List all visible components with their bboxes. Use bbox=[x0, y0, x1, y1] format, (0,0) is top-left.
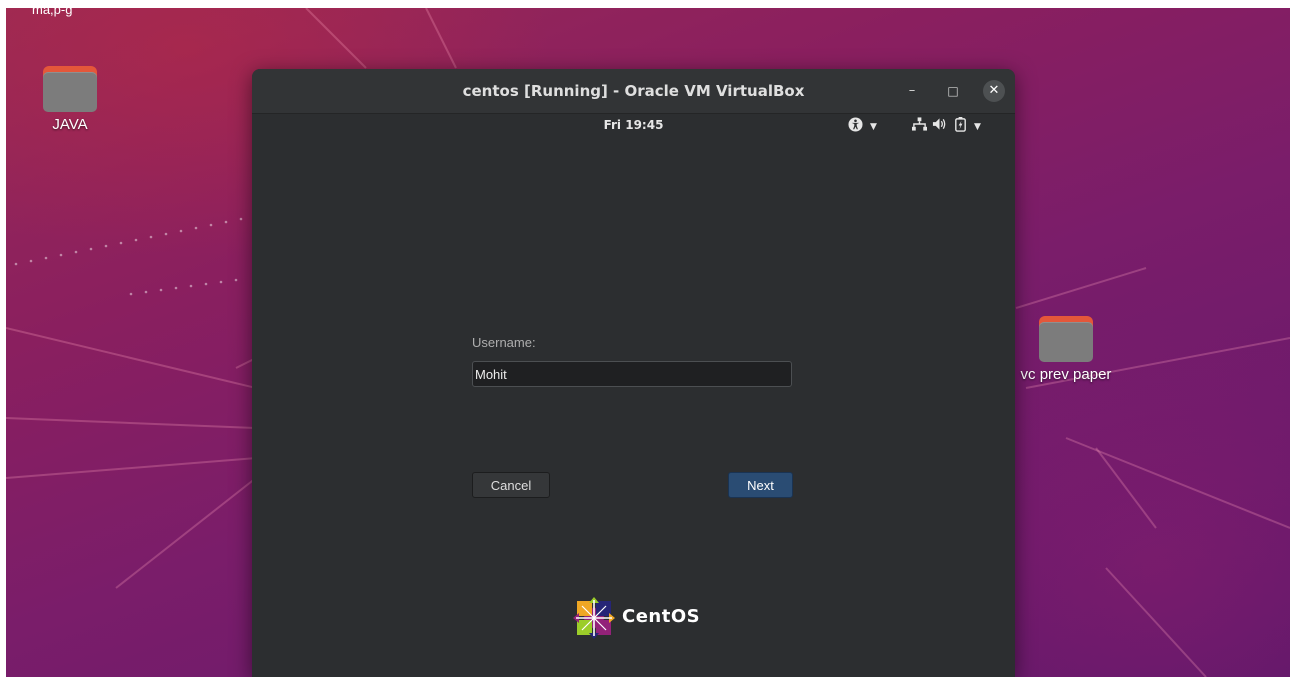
username-label: Username: bbox=[472, 335, 536, 350]
next-button[interactable]: Next bbox=[728, 472, 793, 498]
chevron-down-icon[interactable]: ▼ bbox=[974, 119, 981, 135]
maximize-button[interactable]: □ bbox=[942, 80, 964, 102]
clock[interactable]: Fri 19:45 bbox=[252, 118, 1015, 132]
volume-icon[interactable] bbox=[932, 117, 947, 136]
battery-icon[interactable] bbox=[954, 117, 967, 137]
centos-logo-icon bbox=[573, 597, 615, 639]
centos-wordmark: CentOS bbox=[622, 606, 701, 627]
desktop-folder-label: JAVA bbox=[52, 116, 88, 133]
accessibility-icon[interactable] bbox=[848, 117, 863, 137]
cancel-button[interactable]: Cancel bbox=[472, 472, 550, 498]
desktop-icon-label-fragment: ma,p-g bbox=[32, 8, 73, 17]
guest-screen[interactable]: Fri 19:45 ▼ ▼ Username: Cancel Next bbox=[252, 114, 1015, 677]
close-button[interactable]: ✕ bbox=[983, 80, 1005, 102]
folder-icon bbox=[1039, 316, 1093, 362]
window-titlebar[interactable]: centos [Running] - Oracle VM VirtualBox … bbox=[252, 69, 1015, 114]
desktop-folder-java[interactable]: JAVA bbox=[28, 66, 112, 133]
chevron-down-icon[interactable]: ▼ bbox=[870, 119, 877, 135]
username-input[interactable] bbox=[472, 361, 792, 387]
folder-icon bbox=[43, 66, 97, 112]
minimize-button[interactable]: – bbox=[901, 80, 923, 102]
centos-logo: CentOS bbox=[572, 596, 702, 640]
virtualbox-window: centos [Running] - Oracle VM VirtualBox … bbox=[252, 69, 1015, 677]
network-icon[interactable] bbox=[912, 117, 927, 136]
gnome-top-bar: Fri 19:45 ▼ ▼ bbox=[252, 114, 1015, 138]
